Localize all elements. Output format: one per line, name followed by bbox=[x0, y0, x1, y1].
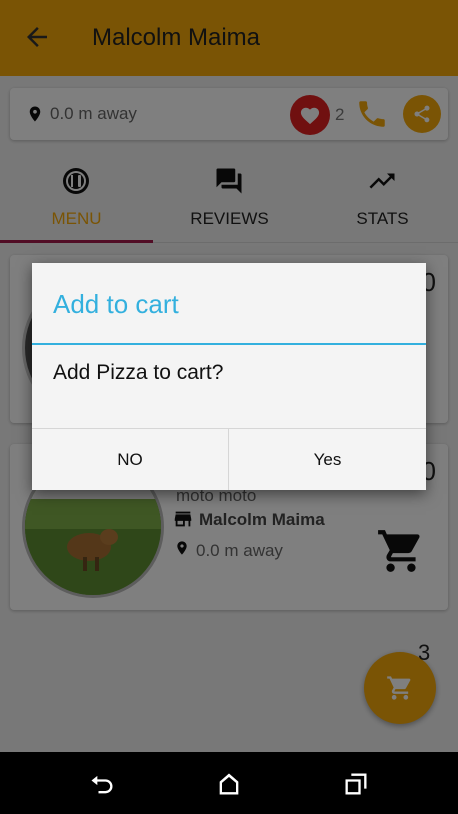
home-nav-icon[interactable] bbox=[215, 770, 243, 798]
add-to-cart-dialog: Add to cart Add Pizza to cart? NO Yes bbox=[32, 263, 426, 490]
dialog-title-divider bbox=[32, 343, 426, 345]
dialog-message: Add Pizza to cart? bbox=[53, 361, 224, 384]
recents-nav-icon[interactable] bbox=[342, 770, 370, 798]
system-nav-bar bbox=[0, 752, 458, 814]
no-button[interactable]: NO bbox=[32, 429, 228, 490]
yes-button[interactable]: Yes bbox=[229, 429, 426, 490]
dialog-title: Add to cart bbox=[53, 289, 179, 319]
back-nav-icon[interactable] bbox=[88, 770, 116, 798]
